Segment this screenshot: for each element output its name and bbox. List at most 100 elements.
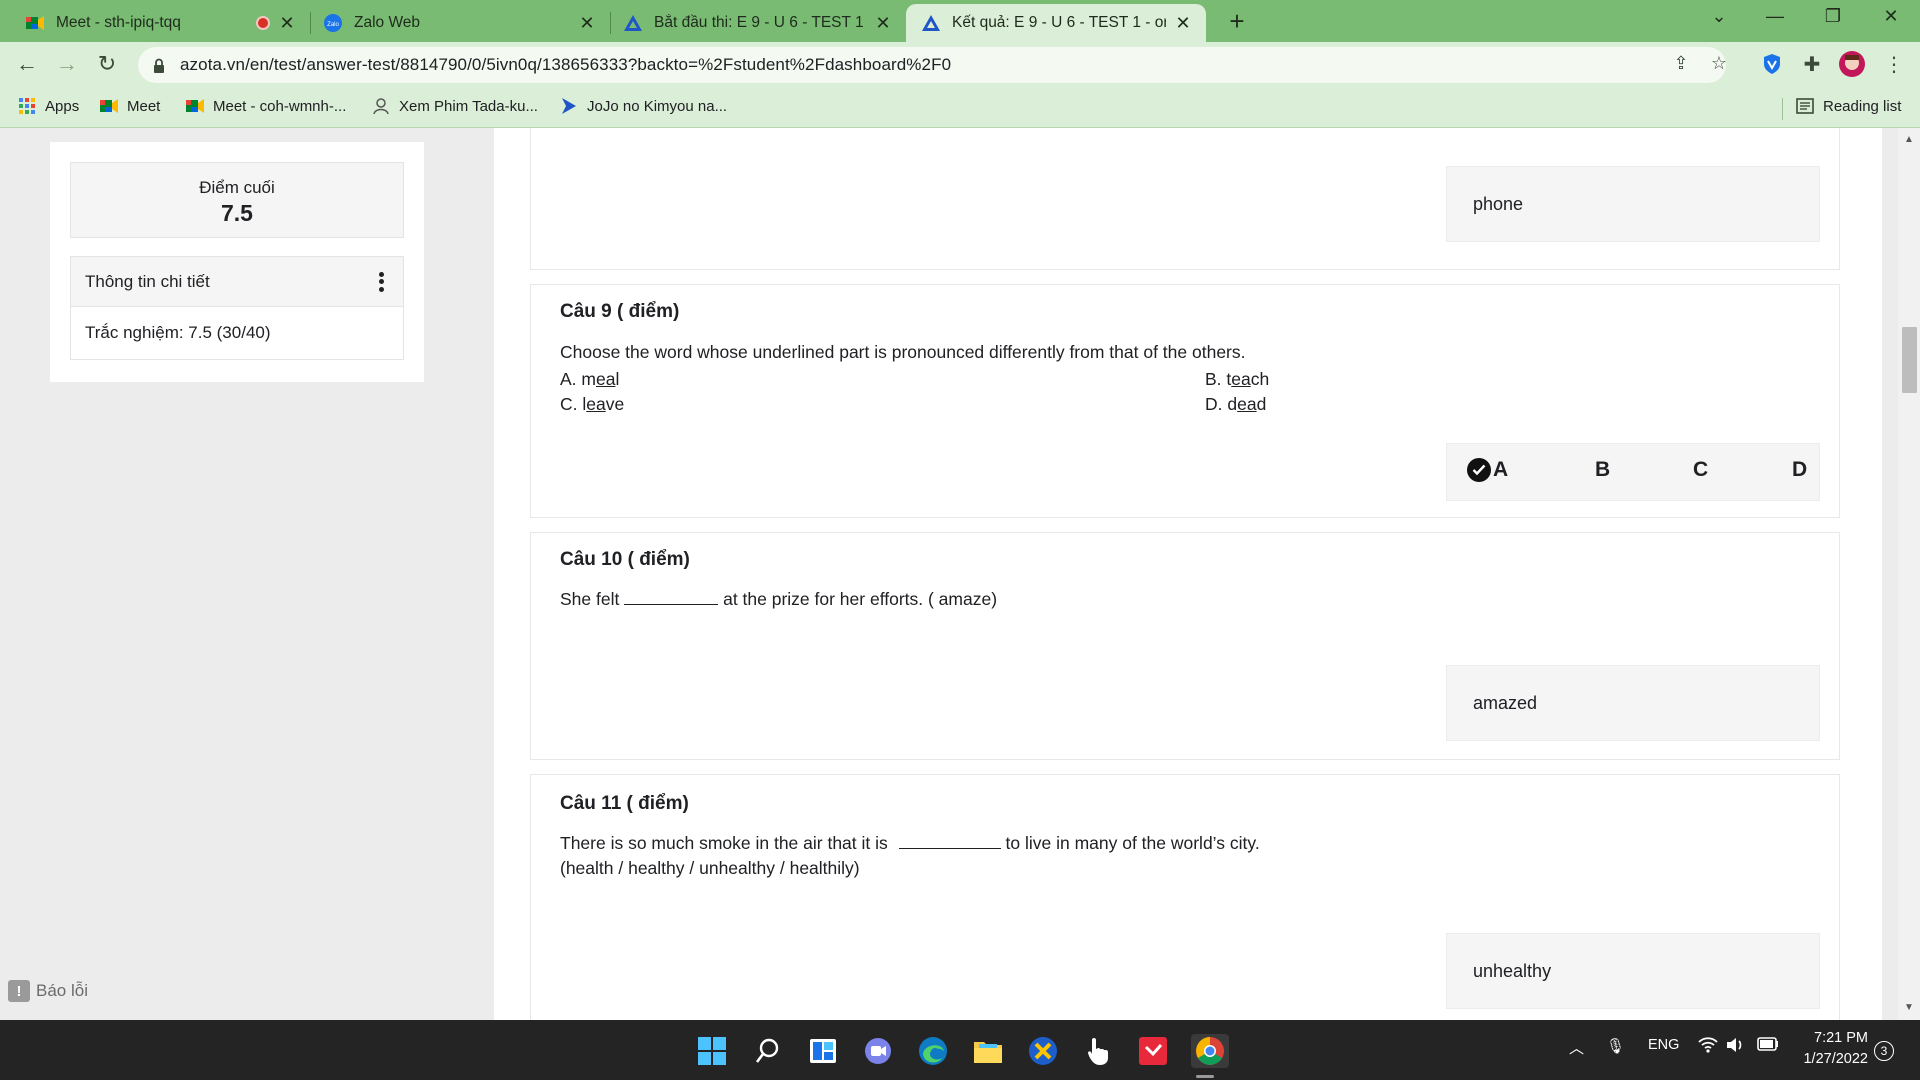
widgets-icon[interactable] bbox=[806, 1034, 840, 1068]
shield-extension-icon[interactable] bbox=[1758, 50, 1786, 78]
microphone-icon[interactable]: 🎙 bbox=[1606, 1037, 1625, 1055]
url-bar[interactable]: azota.vn/en/test/answer-test/8814790/0/5… bbox=[138, 47, 1727, 83]
language-indicator[interactable]: ENG bbox=[1648, 1037, 1679, 1053]
url-text: azota.vn/en/test/answer-test/8814790/0/5… bbox=[180, 55, 952, 74]
bookmark-meet[interactable]: Meet bbox=[100, 97, 160, 115]
x-app-icon[interactable] bbox=[1026, 1034, 1060, 1068]
choice-c: C bbox=[1693, 458, 1709, 481]
bookmark-apps[interactable]: Apps bbox=[18, 97, 79, 115]
detail-info-box: Thông tin chi tiết Trắc nghiệm: 7.5 (30/… bbox=[70, 256, 404, 360]
close-window-icon[interactable]: ✕ bbox=[1876, 6, 1906, 27]
fill-blank bbox=[898, 831, 1001, 849]
reading-list-button[interactable]: Reading list bbox=[1796, 97, 1901, 115]
answer-box: phone bbox=[1446, 166, 1820, 242]
minimize-icon[interactable]: — bbox=[1760, 6, 1790, 27]
choice-a-selected: A bbox=[1467, 458, 1508, 482]
svg-text:Zalo: Zalo bbox=[327, 22, 339, 28]
active-app-indicator bbox=[1196, 1075, 1214, 1078]
recording-icon bbox=[256, 16, 270, 30]
final-score-value: 7.5 bbox=[221, 200, 253, 226]
answer-box: unhealthy bbox=[1446, 933, 1820, 1009]
battery-icon[interactable] bbox=[1757, 1037, 1779, 1055]
tab-test-start[interactable]: Bắt đầu thi: E 9 - U 6 - TEST 1 - o ✕ bbox=[610, 4, 906, 42]
questions-panel: phone Câu 9 ( điểm) Choose the word whos… bbox=[494, 128, 1882, 1020]
hand-cursor-app-icon[interactable] bbox=[1081, 1034, 1115, 1068]
multiple-choice-score: Trắc nghiệm: 7.5 (30/40) bbox=[85, 323, 271, 342]
show-hidden-icons-icon[interactable]: ︿ bbox=[1569, 1037, 1584, 1058]
scroll-down-icon[interactable]: ▼ bbox=[1904, 1002, 1914, 1013]
profile-avatar[interactable] bbox=[1838, 50, 1866, 78]
choice-d: D bbox=[1792, 458, 1808, 481]
address-bar-row: ← → ↻ azota.vn/en/test/answer-test/88147… bbox=[0, 42, 1920, 88]
scroll-up-icon[interactable]: ▲ bbox=[1904, 134, 1914, 145]
windows-taskbar: ︿ 🎙 ENG 7:21 PM 1/27/2022 3 bbox=[0, 1020, 1920, 1080]
tab-meet[interactable]: Meet - sth-ipiq-tqq ✕ bbox=[0, 4, 310, 42]
google-meet-icon bbox=[100, 97, 118, 115]
check-circle-icon bbox=[1467, 458, 1491, 482]
bookmark-separator bbox=[1782, 98, 1783, 120]
final-score-label: Điểm cuối bbox=[199, 178, 275, 197]
tab-search-icon[interactable]: ⌄ bbox=[1704, 6, 1734, 27]
more-options-icon[interactable] bbox=[371, 270, 391, 294]
option-d: D. dead bbox=[1205, 394, 1267, 414]
teams-chat-icon[interactable] bbox=[861, 1034, 895, 1068]
option-b: B. teach bbox=[1205, 369, 1270, 389]
question-card-8: phone bbox=[530, 128, 1840, 270]
bookmark-star-icon[interactable]: ☆ bbox=[1706, 53, 1732, 74]
question-hint: (health / healthy / unhealthy / healthil… bbox=[560, 858, 860, 878]
page-content: Điểm cuối 7.5 Thông tin chi tiết Trắc ng… bbox=[0, 128, 1920, 1020]
bookmark-tada[interactable]: Xem Phim Tada-ku... bbox=[372, 97, 538, 115]
jojo-site-icon bbox=[560, 97, 578, 115]
volume-icon[interactable] bbox=[1726, 1037, 1744, 1057]
clock-date: 1/27/2022 bbox=[1803, 1051, 1868, 1067]
close-tab-icon[interactable]: ✕ bbox=[874, 13, 892, 34]
close-tab-icon[interactable]: ✕ bbox=[578, 13, 596, 34]
answer-choices: A B C D bbox=[1446, 443, 1820, 501]
zalo-icon: Zalo bbox=[324, 14, 342, 32]
file-explorer-icon[interactable] bbox=[971, 1034, 1005, 1068]
restore-icon[interactable]: ❐ bbox=[1818, 6, 1848, 27]
extensions-puzzle-icon[interactable]: ✚ bbox=[1798, 50, 1826, 78]
search-icon[interactable] bbox=[751, 1034, 785, 1068]
question-title: Câu 9 ( điểm) bbox=[560, 301, 680, 322]
detail-info-title: Thông tin chi tiết bbox=[85, 271, 210, 291]
red-app-icon[interactable] bbox=[1136, 1034, 1170, 1068]
tab-test-result[interactable]: Kết quả: E 9 - U 6 - TEST 1 - onlin ✕ bbox=[906, 4, 1206, 42]
browser-menu-icon[interactable]: ⋮ bbox=[1880, 50, 1908, 78]
close-tab-icon[interactable]: ✕ bbox=[278, 13, 296, 34]
score-panel: Điểm cuối 7.5 Thông tin chi tiết Trắc ng… bbox=[50, 142, 424, 382]
scrollbar-thumb[interactable] bbox=[1902, 327, 1917, 393]
question-text: She felt at the prize for her efforts. (… bbox=[560, 589, 998, 609]
edge-icon[interactable] bbox=[916, 1034, 950, 1068]
report-flag-icon: ! bbox=[8, 980, 30, 1002]
system-clock[interactable]: 7:21 PM 1/27/2022 bbox=[1790, 1028, 1868, 1070]
azota-icon bbox=[922, 14, 940, 32]
tab-zalo[interactable]: Zalo Zalo Web ✕ bbox=[310, 4, 610, 42]
back-icon[interactable]: ← bbox=[12, 51, 42, 77]
final-score-box: Điểm cuối 7.5 bbox=[70, 162, 404, 238]
reload-icon[interactable]: ↻ bbox=[92, 51, 122, 77]
clock-time: 7:21 PM bbox=[1814, 1030, 1868, 1046]
bookmark-jojo[interactable]: JoJo no Kimyou na... bbox=[560, 97, 727, 115]
answer-box: amazed bbox=[1446, 665, 1820, 741]
wifi-icon[interactable] bbox=[1698, 1037, 1718, 1057]
apps-grid-icon bbox=[18, 97, 36, 115]
question-title: Câu 10 ( điểm) bbox=[560, 549, 690, 570]
reading-list-icon bbox=[1796, 97, 1814, 115]
close-tab-icon[interactable]: ✕ bbox=[1174, 13, 1192, 34]
page-scrollbar[interactable]: ▲ ▼ bbox=[1898, 128, 1920, 1020]
question-text: There is so much smoke in the air that i… bbox=[560, 831, 1260, 853]
share-icon[interactable]: ⇪ bbox=[1668, 53, 1694, 74]
bookmark-meet-coh[interactable]: Meet - coh-wmnh-... bbox=[186, 97, 346, 115]
new-tab-button[interactable]: + bbox=[1222, 6, 1252, 37]
forward-icon[interactable]: → bbox=[52, 51, 82, 77]
option-a: A. meal bbox=[560, 369, 620, 389]
chrome-icon[interactable] bbox=[1191, 1034, 1229, 1068]
windows-start-icon[interactable] bbox=[695, 1034, 729, 1068]
notification-badge[interactable]: 3 bbox=[1874, 1041, 1894, 1061]
anime-site-icon bbox=[372, 97, 390, 115]
lock-icon bbox=[152, 57, 166, 73]
choice-b: B bbox=[1595, 458, 1611, 481]
report-error-button[interactable]: ! Báo lỗi bbox=[8, 980, 88, 1002]
question-text: Choose the word whose underlined part is… bbox=[560, 342, 1246, 362]
